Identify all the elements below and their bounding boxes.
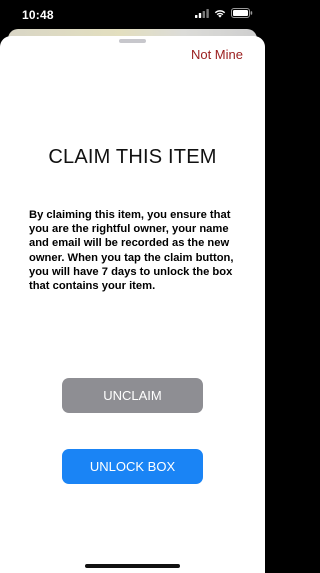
signal-icon <box>195 5 209 23</box>
app-screen: 10:48 Not Mine CLAIM THIS ITEM By claimi… <box>0 0 265 573</box>
home-indicator[interactable] <box>85 564 180 568</box>
not-mine-button[interactable]: Not Mine <box>191 47 243 62</box>
status-time: 10:48 <box>22 8 54 22</box>
claim-description: By claiming this item, you ensure that y… <box>29 209 234 293</box>
claim-sheet: Not Mine CLAIM THIS ITEM By claiming thi… <box>0 36 265 573</box>
wifi-icon <box>214 5 226 23</box>
status-bar: 10:48 <box>0 0 265 30</box>
battery-icon <box>231 5 253 23</box>
unlock-box-button[interactable]: UNLOCK BOX <box>62 449 203 484</box>
status-icons <box>195 8 253 19</box>
unclaim-button[interactable]: UNCLAIM <box>62 378 203 413</box>
page-title: CLAIM THIS ITEM <box>48 146 217 168</box>
sheet-grabber[interactable] <box>119 39 146 43</box>
